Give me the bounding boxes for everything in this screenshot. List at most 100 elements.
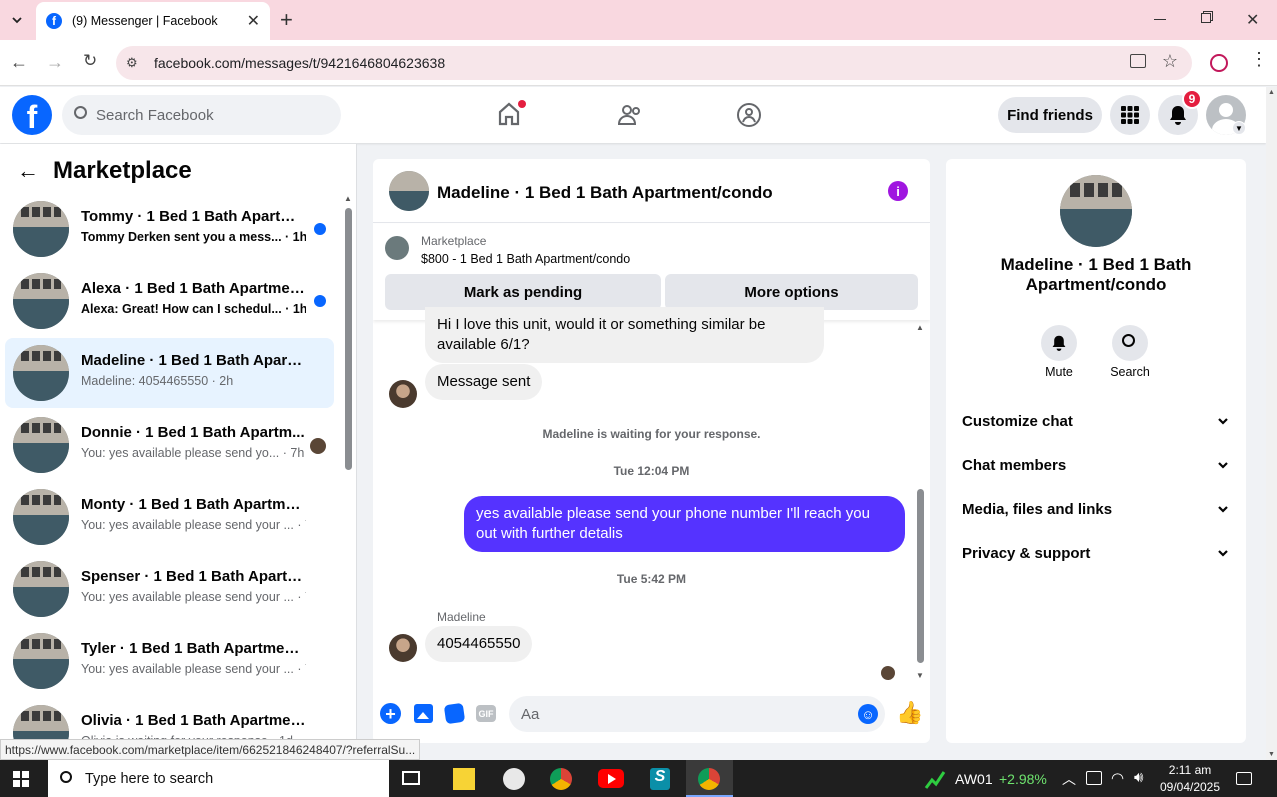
thumb-frames (21, 711, 61, 721)
chevron-down-icon (12, 17, 22, 24)
clock-date[interactable]: 09/04/2025 (1158, 780, 1222, 794)
install-app-icon[interactable] (1130, 54, 1146, 68)
message-input[interactable]: Aa ☺ (509, 696, 885, 732)
chat-title[interactable]: Madeline · 1 Bed 1 Bath Apartment/condo (437, 183, 773, 203)
thumb-frames (21, 423, 61, 433)
conversation-item[interactable]: Olivia · 1 Bed 1 Bath Apartment/...Olivi… (5, 698, 334, 740)
chat-info-icon[interactable]: i (888, 181, 908, 201)
conversation-name: Spenser · 1 Bed 1 Bath Apartmen... (81, 568, 306, 585)
message-bubble-incoming[interactable]: Message sent (425, 364, 543, 400)
details-section-0[interactable]: Customize chat (962, 401, 1230, 441)
chat-scroll-thumb[interactable] (917, 489, 924, 663)
forward-icon[interactable]: → (46, 52, 64, 73)
profile-icon[interactable] (1210, 54, 1228, 72)
facebook-logo-icon[interactable]: f (12, 95, 52, 135)
task-view-icon[interactable] (402, 771, 420, 785)
reload-icon[interactable]: ↻ (83, 51, 97, 71)
chrome-active-taskbar-button[interactable] (686, 760, 733, 797)
notification-center-icon[interactable] (1236, 772, 1252, 785)
conversation-item[interactable]: Alexa · 1 Bed 1 Bath Apartment... Alexa: … (5, 266, 334, 336)
list-scrollbar[interactable]: ▲ (343, 194, 353, 740)
friends-nav-button[interactable] (617, 102, 643, 133)
details-section-2[interactable]: Media, files and links (962, 489, 1230, 529)
menu-button[interactable] (1110, 95, 1150, 135)
page-scrollbar[interactable]: ▲ ▼ (1266, 87, 1277, 760)
details-section-1[interactable]: Chat members (962, 445, 1230, 485)
search-icon (74, 106, 87, 119)
message-bubble-outgoing[interactable]: yes available please send your phone num… (464, 496, 905, 552)
groups-nav-button[interactable] (736, 102, 762, 133)
app-s-icon[interactable]: S (650, 768, 670, 790)
home-nav-button[interactable] (496, 100, 526, 132)
mark-as-pending-button[interactable]: Mark as pending (385, 274, 661, 310)
site-info-icon[interactable]: ⚙ (126, 55, 138, 71)
close-tab-icon[interactable]: ✕ (247, 11, 260, 31)
message-bubble-incoming[interactable]: 4054465550 (425, 626, 533, 662)
listing-thumb[interactable] (385, 236, 409, 260)
details-section-3[interactable]: Privacy & support (962, 533, 1230, 573)
chat-scrollbar[interactable]: ▲ ▼ (915, 323, 925, 680)
conversation-item[interactable]: Madeline · 1 Bed 1 Bath Apartme... Madeli… (5, 338, 334, 408)
like-thumbs-up-icon[interactable]: 👍 (896, 700, 923, 726)
section-label: Chat members (962, 456, 1067, 474)
new-tab-button[interactable]: + (280, 9, 293, 31)
chat-listing-avatar[interactable] (389, 171, 429, 211)
back-arrow-icon[interactable]: ← (17, 158, 39, 184)
network-tray-icon[interactable] (1086, 771, 1102, 785)
listing-detail[interactable]: $800 - 1 Bed 1 Bath Apartment/condo (421, 252, 630, 266)
section-label: Customize chat (962, 412, 1073, 430)
listing-avatar (13, 561, 69, 617)
list-scroll-thumb[interactable] (345, 208, 352, 470)
listing-avatar (13, 489, 69, 545)
emoji-icon[interactable]: ☺ (858, 704, 878, 724)
bookmark-star-icon[interactable]: ☆ (1162, 51, 1178, 72)
tab-title: (9) Messenger | Facebook (72, 14, 218, 28)
chevron-down-icon (1218, 550, 1228, 557)
mute-label: Mute (1045, 365, 1073, 379)
chrome-icon[interactable] (550, 768, 572, 790)
search-chat-button[interactable] (1112, 325, 1148, 361)
stock-ticker[interactable]: AW01 (955, 771, 993, 787)
search-icon (1122, 334, 1135, 347)
address-bar[interactable]: ⚙ facebook.com/messages/t/94216468046236… (116, 46, 1192, 80)
paint-icon[interactable] (503, 768, 525, 790)
conversation-item[interactable]: Donnie · 1 Bed 1 Bath Apartm... You: yes … (5, 410, 334, 480)
composer: + GIF Aa ☺ 👍 (373, 694, 930, 743)
windows-start-icon[interactable] (13, 771, 29, 787)
conversation-item[interactable]: Monty · 1 Bed 1 Bath Apartment... You: ye… (5, 482, 334, 552)
add-attachment-icon[interactable]: + (380, 703, 401, 724)
account-chevron-icon[interactable]: ▼ (1232, 121, 1246, 135)
browser-menu-icon[interactable]: ⋮ (1250, 50, 1268, 68)
find-friends-button[interactable]: Find friends (998, 97, 1102, 133)
more-options-button[interactable]: More options (665, 274, 918, 310)
tray-overflow-icon[interactable]: ︿ (1062, 769, 1076, 789)
unread-dot (314, 295, 326, 307)
taskbar-search-box[interactable]: Type here to search (48, 760, 389, 797)
tab-search-button[interactable] (6, 9, 28, 31)
stock-change[interactable]: +2.98% (999, 771, 1047, 787)
back-icon[interactable]: ← (10, 52, 28, 73)
search-facebook-input[interactable]: Search Facebook (62, 95, 341, 135)
wifi-icon[interactable]: ◠ (1111, 769, 1124, 787)
youtube-icon[interactable] (598, 769, 624, 788)
minimize-button[interactable] (1154, 10, 1170, 26)
conversation-name: Madeline · 1 Bed 1 Bath Apartme... (81, 352, 306, 369)
listing-avatar (13, 705, 69, 740)
conversation-item[interactable]: Spenser · 1 Bed 1 Bath Apartmen... You: y… (5, 554, 334, 624)
mute-button[interactable] (1041, 325, 1077, 361)
sticker-icon[interactable] (443, 702, 466, 725)
restore-button[interactable] (1201, 13, 1211, 23)
clock-time[interactable]: 2:11 am (1163, 763, 1217, 777)
gif-icon[interactable]: GIF (476, 705, 496, 722)
volume-icon[interactable]: 🔊︎ (1134, 769, 1143, 786)
message-bubble-incoming[interactable]: Hi I love this unit, would it or somethi… (425, 307, 824, 363)
thumb-wall (389, 171, 429, 191)
browser-tab-active[interactable]: f (9) Messenger | Facebook ✕ (36, 2, 270, 40)
photo-icon[interactable] (414, 704, 433, 723)
notifications-button[interactable]: 9 (1158, 89, 1202, 135)
details-avatar[interactable] (1060, 175, 1132, 247)
conversation-item[interactable]: Tyler · 1 Bed 1 Bath Apartment/c... You: … (5, 626, 334, 696)
close-window-button[interactable]: ✕ (1246, 10, 1259, 30)
conversation-item[interactable]: Tommy · 1 Bed 1 Bath Apartme... Tommy Der… (5, 194, 334, 264)
sticky-notes-icon[interactable] (453, 768, 475, 790)
